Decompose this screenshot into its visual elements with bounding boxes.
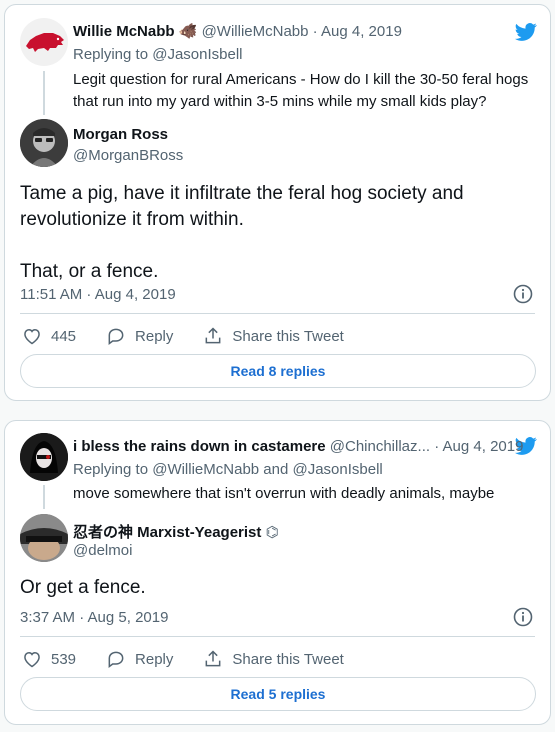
parent-tweet-text: move somewhere that isn't overrun with d… bbox=[73, 483, 494, 505]
badge-icon: ⌬ bbox=[265, 524, 279, 541]
author-handle[interactable]: @Chinchillaz... bbox=[330, 438, 430, 455]
tweet-text: Tame a pig, have it infiltrate the feral… bbox=[20, 181, 464, 285]
action-bar: 445 Reply Share this Tweet bbox=[22, 326, 374, 346]
razorback-logo-icon bbox=[26, 33, 64, 52]
author-name[interactable]: Willie McNabb bbox=[73, 23, 175, 40]
info-icon[interactable] bbox=[513, 607, 533, 627]
parent-tweet-text: Legit question for rural Americans - How… bbox=[73, 69, 528, 113]
heart-icon bbox=[24, 328, 40, 345]
replying-to-label: Replying to bbox=[73, 46, 149, 63]
reply-icon bbox=[108, 651, 124, 668]
tweet-timestamp[interactable]: 11:51 AM · Aug 4, 2019 bbox=[20, 286, 176, 303]
tweet-timestamp[interactable]: 3:37 AM · Aug 5, 2019 bbox=[20, 609, 168, 626]
info-icon[interactable] bbox=[513, 284, 533, 304]
tweet-text-line: Tame a pig, have it infiltrate the feral… bbox=[20, 183, 464, 204]
reply-label: Reply bbox=[135, 650, 174, 668]
thread-line bbox=[43, 71, 45, 115]
avatar[interactable] bbox=[20, 18, 68, 66]
share-label: Share this Tweet bbox=[232, 650, 344, 668]
read-replies-button[interactable]: Read 8 replies bbox=[20, 354, 536, 388]
share-button[interactable]: Share this Tweet bbox=[203, 649, 344, 669]
masked-figure-icon bbox=[20, 433, 68, 481]
replying-to: Replying to @WillieMcNabb and @JasonIsbe… bbox=[73, 461, 383, 478]
tweet-date[interactable]: · Aug 4, 2019 bbox=[313, 23, 402, 40]
avatar[interactable] bbox=[20, 119, 68, 167]
tweet-card: i bless the rains down in castamere @Chi… bbox=[4, 420, 551, 725]
author-emoji: 🐗 bbox=[178, 23, 198, 40]
replying-to: Replying to @JasonIsbell bbox=[73, 46, 243, 63]
reply-button[interactable]: Reply bbox=[106, 649, 173, 669]
tweet-card: Willie McNabb 🐗 @WillieMcNabb · Aug 4, 2… bbox=[4, 4, 551, 401]
like-count: 539 bbox=[51, 650, 77, 668]
reply-button[interactable]: Reply bbox=[106, 326, 173, 346]
author-name[interactable]: i bless the rains down in castamere bbox=[73, 438, 326, 455]
person-photo-icon bbox=[20, 119, 68, 167]
parent-header: Willie McNabb 🐗 @WillieMcNabb · Aug 4, 2… bbox=[73, 22, 402, 40]
author-name[interactable]: Morgan Ross bbox=[73, 126, 168, 143]
tweet-text-line: Or get a fence. bbox=[20, 577, 146, 598]
replying-to-handle[interactable]: @JasonIsbell bbox=[152, 46, 242, 63]
share-icon bbox=[205, 650, 221, 667]
author-handle[interactable]: @MorganBRoss bbox=[73, 147, 183, 164]
reply-label: Reply bbox=[135, 327, 174, 345]
person-photo-icon bbox=[20, 514, 68, 562]
avatar[interactable] bbox=[20, 514, 68, 562]
reply-icon bbox=[108, 328, 124, 345]
heart-icon bbox=[24, 651, 40, 668]
tweet-text: Or get a fence. bbox=[20, 575, 146, 601]
parent-text-line: Legit question for rural Americans - How… bbox=[73, 71, 529, 88]
share-label: Share this Tweet bbox=[232, 327, 344, 345]
divider bbox=[20, 636, 535, 637]
author-handle[interactable]: @WillieMcNabb bbox=[202, 23, 309, 40]
replying-to-handle[interactable]: @WillieMcNabb and @JasonIsbell bbox=[152, 461, 383, 478]
share-icon bbox=[205, 327, 221, 344]
parent-text-line: that run into my yard within 3-5 mins wh… bbox=[73, 93, 487, 110]
author-name[interactable]: 忍者の神 Marxist-Yeagerist ⌬ bbox=[73, 521, 279, 542]
tweet-text-line: revolutionize it from within. bbox=[20, 209, 244, 230]
replying-to-label: Replying to bbox=[73, 461, 149, 478]
thread-line bbox=[43, 485, 45, 509]
avatar[interactable] bbox=[20, 433, 68, 481]
divider bbox=[20, 313, 535, 314]
author-name-text: 忍者の神 Marxist-Yeagerist bbox=[73, 524, 262, 541]
tweet-text-line: That, or a fence. bbox=[20, 261, 159, 282]
like-button[interactable]: 445 bbox=[22, 326, 76, 346]
parent-text-line: move somewhere that isn't overrun with d… bbox=[73, 485, 495, 502]
share-button[interactable]: Share this Tweet bbox=[203, 326, 344, 346]
parent-header: i bless the rains down in castamere @Chi… bbox=[73, 438, 523, 455]
like-count: 445 bbox=[51, 327, 77, 345]
twitter-bird-icon[interactable] bbox=[514, 21, 538, 43]
read-replies-button[interactable]: Read 5 replies bbox=[20, 677, 536, 711]
author-handle[interactable]: @delmoi bbox=[73, 542, 132, 559]
like-button[interactable]: 539 bbox=[22, 649, 76, 669]
tweet-date[interactable]: · Aug 4, 2019 bbox=[434, 438, 523, 455]
action-bar: 539 Reply Share this Tweet bbox=[22, 649, 374, 669]
